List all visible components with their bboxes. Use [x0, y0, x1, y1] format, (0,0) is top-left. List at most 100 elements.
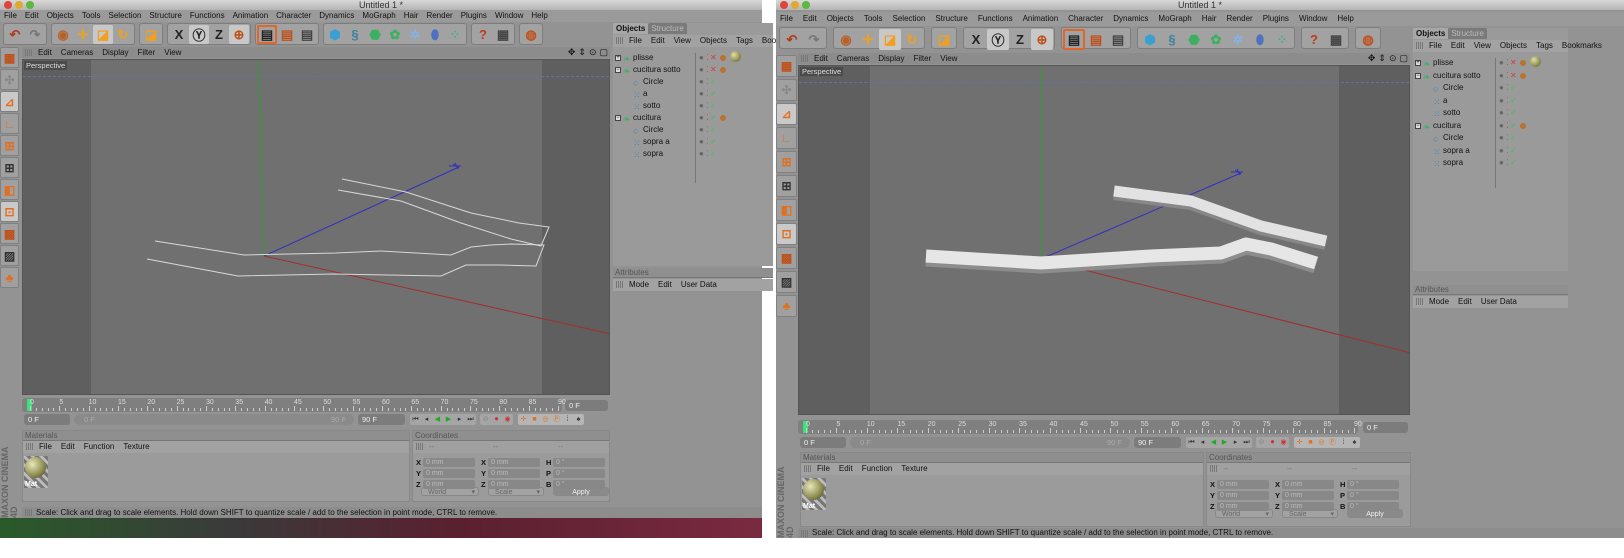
orbit-icon[interactable]: ⊙ [1389, 53, 1397, 64]
coord-b-field[interactable]: 0 ° [1347, 502, 1399, 511]
spline-button[interactable]: § [345, 25, 365, 44]
texture-mode-button[interactable]: ✣ [776, 79, 797, 101]
rotate-button[interactable]: ↻ [113, 25, 133, 44]
close-icon[interactable] [4, 1, 12, 9]
previous-key-icon[interactable]: ◂ [421, 414, 432, 425]
menu-structure[interactable]: Structure [149, 10, 181, 22]
visibility-dots-icon[interactable]: ● ⁚ [1499, 157, 1509, 169]
grip-icon[interactable] [1416, 42, 1424, 49]
key-scale-icon[interactable]: ■ [529, 414, 540, 425]
render-picture-viewer-button[interactable]: ▤ [277, 25, 297, 44]
material-thumbnail[interactable]: Mat [24, 456, 48, 488]
object-row[interactable]: ○ Circle ● ⁚ ✓ [613, 76, 773, 88]
menu-functions[interactable]: Functions [978, 12, 1013, 26]
disabled-x-icon[interactable]: ✕ [1510, 70, 1517, 82]
menu-tools[interactable]: Tools [82, 10, 101, 22]
array-button[interactable]: ✿ [385, 25, 405, 44]
coord-z-field[interactable]: 0 mm [1282, 502, 1334, 511]
minimize-icon[interactable] [15, 1, 23, 9]
menu-functions[interactable]: Functions [190, 10, 225, 22]
y-axis-button[interactable]: Ⓨ [987, 29, 1009, 50]
material-tag-icon[interactable] [1520, 72, 1526, 79]
points-mode-button[interactable]: ⊞ [776, 151, 797, 173]
start-frame-field[interactable]: 0 F [24, 414, 70, 425]
objects-menu-tags[interactable]: Tags [1536, 40, 1553, 52]
visibility-dots-icon[interactable]: ● ⁚ [699, 52, 709, 64]
axis-mode-button[interactable]: ∟ [776, 127, 797, 149]
object-row[interactable]: + ❧ plisse ● ⁚ ✕ [1413, 56, 1568, 70]
viewport-menu-cameras[interactable]: Cameras [61, 47, 93, 58]
menu-file[interactable]: File [4, 10, 17, 22]
calendar-help-button[interactable]: ▦ [1325, 29, 1347, 50]
nurbs-button[interactable]: ⬣ [1183, 29, 1205, 50]
frame-range-slider[interactable]: 0 F 90 F [850, 437, 1130, 448]
material-tag-icon[interactable] [1520, 122, 1526, 129]
viewport-menu-view[interactable]: View [164, 47, 181, 58]
material-tag-icon[interactable] [1520, 60, 1526, 66]
menu-window[interactable]: Window [1299, 12, 1327, 26]
tab-objects[interactable]: Objects [613, 23, 649, 34]
enabled-check-icon[interactable]: ✓ [1510, 157, 1517, 169]
expand-icon[interactable]: + [1415, 60, 1421, 66]
key-parameter-icon[interactable]: Ⓟ [1327, 437, 1338, 448]
polygons-mode-button[interactable]: ◧ [776, 199, 797, 221]
render-view-button[interactable]: ▤ [1063, 29, 1085, 50]
spline-button[interactable]: § [1161, 29, 1183, 50]
deformer-button[interactable]: ✲ [405, 25, 425, 44]
menu-window[interactable]: Window [495, 10, 523, 22]
spline-sotto[interactable] [146, 240, 545, 277]
go-to-end-icon[interactable]: ⏭ [1241, 437, 1252, 448]
sculpt-button[interactable]: ♣ [776, 295, 797, 317]
visibility-dots-icon[interactable]: ● ⁚ [1499, 57, 1509, 69]
menu-edit[interactable]: Edit [803, 12, 817, 26]
viewport-menu-view[interactable]: View [940, 53, 957, 64]
key-scale-icon[interactable]: ■ [1305, 437, 1316, 448]
grip-icon[interactable] [616, 281, 624, 288]
key-point-level-icon[interactable]: ⁞ [1338, 437, 1349, 448]
visibility-dots-icon[interactable]: ● ⁚ [699, 76, 709, 88]
polygons-mode-button[interactable]: ◧ [0, 179, 19, 200]
scale-button[interactable]: ◪ [879, 29, 901, 50]
texture-tag-icon[interactable] [1530, 56, 1541, 67]
texture-axis-button[interactable]: ▨ [776, 271, 797, 293]
object-row[interactable]: + ❧ plisse ● ⁚ ✕ [613, 51, 773, 64]
redo-button[interactable]: ↷ [803, 29, 825, 50]
disabled-x-icon[interactable]: ✕ [710, 52, 717, 64]
tab-objects[interactable]: Objects [1413, 28, 1449, 39]
attributes-menu-user-data[interactable]: User Data [681, 279, 717, 291]
object-row[interactable]: ○ Circle ● ⁚ ✓ [1413, 82, 1568, 95]
menu-mograph[interactable]: MoGraph [1158, 12, 1191, 26]
grip-icon[interactable] [801, 55, 809, 62]
coord-x-field[interactable]: 0 mm [1217, 480, 1269, 489]
key-parameter-icon[interactable]: Ⓟ [551, 414, 562, 425]
play-backward-icon[interactable]: ◀ [1208, 437, 1219, 448]
objects-menu-file[interactable]: File [629, 35, 642, 47]
sweep-cucitura[interactable] [1113, 185, 1328, 247]
attributes-menu-mode[interactable]: Mode [1429, 296, 1449, 308]
last-tool-button[interactable]: ◪ [141, 25, 161, 44]
enabled-check-icon[interactable]: ✓ [710, 112, 717, 124]
record-disabled-icon[interactable]: ⊘ [480, 414, 491, 425]
coord-z-field[interactable]: 0 mm [488, 480, 540, 489]
viewport-menu-cameras[interactable]: Cameras [837, 53, 869, 64]
objects-menu-tags[interactable]: Tags [736, 35, 753, 47]
edges-mode-button[interactable]: ⊞ [776, 175, 797, 197]
coord-x-field[interactable]: 0 mm [1282, 480, 1334, 489]
live-selection-button[interactable]: ◉ [53, 25, 73, 44]
menu-dynamics[interactable]: Dynamics [319, 10, 354, 22]
record-keys-icon[interactable]: ⏺ [1267, 437, 1278, 448]
dolly-icon[interactable]: ⇕ [1378, 53, 1386, 64]
enabled-check-icon[interactable]: ✓ [1510, 145, 1517, 157]
coord-y-field[interactable]: 0 mm [1217, 491, 1269, 500]
object-row[interactable]: ⁙ sotto ● ⁚ ✓ [1413, 107, 1568, 120]
timeline-ruler[interactable]: 0 5 10 15 20 25 30 35 40 45 50 55 60 65 70 75 80 85 90 [22, 398, 566, 412]
menu-render[interactable]: Render [1226, 12, 1252, 26]
attributes-menu-user-data[interactable]: User Data [1481, 296, 1517, 308]
object-row[interactable]: ○ Circle ● ⁚ ✓ [613, 124, 773, 136]
coord-z-field[interactable]: 0 mm [423, 480, 475, 489]
undo-button[interactable]: ↶ [5, 25, 25, 44]
menu-animation[interactable]: Animation [233, 10, 269, 22]
menu-file[interactable]: File [780, 12, 793, 26]
grip-icon[interactable] [616, 37, 624, 44]
object-row[interactable]: − ❧ cucitura sotto ● ⁚ ✕ [1413, 70, 1568, 83]
